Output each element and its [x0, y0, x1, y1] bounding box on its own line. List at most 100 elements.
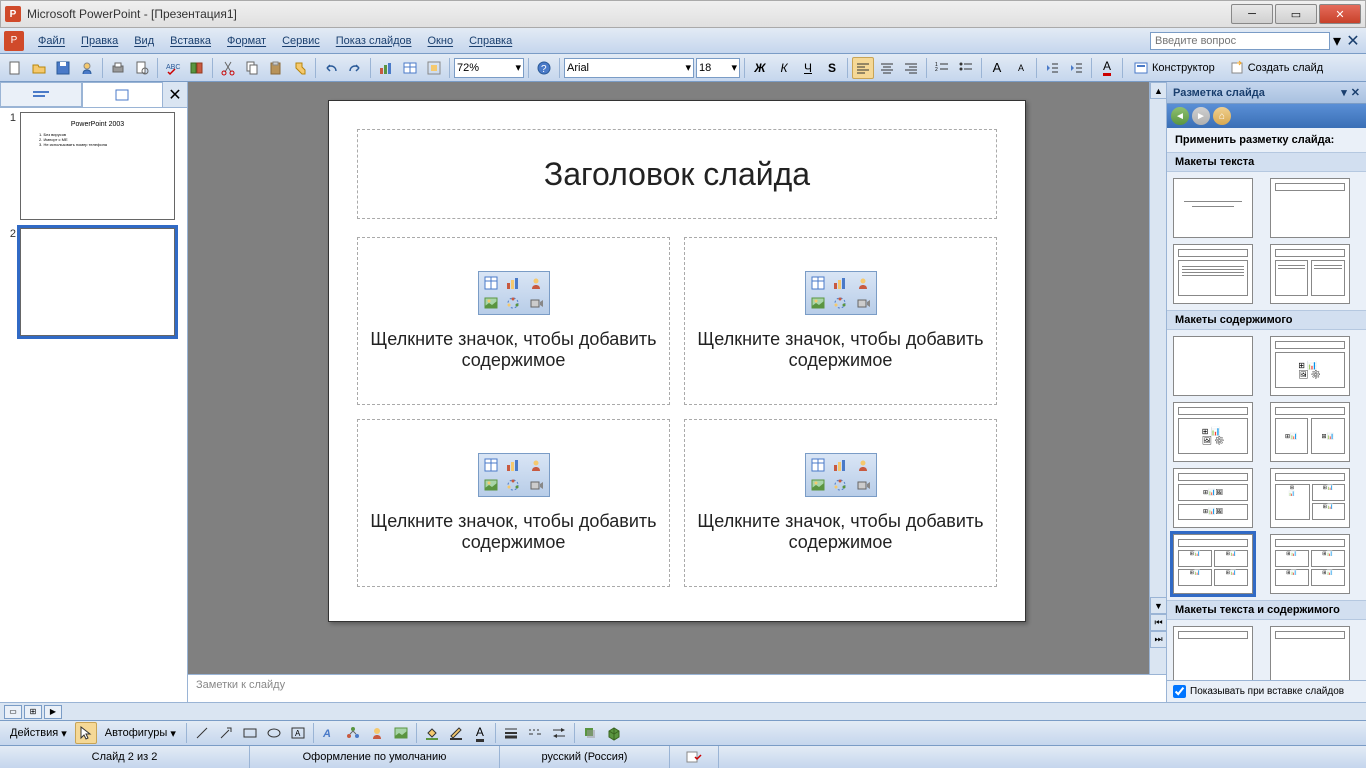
textbox-icon[interactable]: A	[287, 722, 309, 744]
shadow-icon[interactable]: S	[821, 57, 843, 79]
copy-icon[interactable]	[241, 57, 263, 79]
wordart-icon[interactable]: A	[318, 722, 340, 744]
font-color-icon-2[interactable]: A	[469, 722, 491, 744]
sorter-view-icon[interactable]: ⊞	[24, 705, 42, 719]
font-color-icon[interactable]: A	[1096, 57, 1118, 79]
slides-tab[interactable]	[82, 82, 164, 107]
tables-borders-icon[interactable]	[423, 57, 445, 79]
insert-diagram-icon[interactable]	[830, 294, 851, 313]
normal-view-icon[interactable]: ▭	[4, 705, 22, 719]
rectangle-icon[interactable]	[239, 722, 261, 744]
layout-two-content-h[interactable]: ⊞📊⊞📊	[1270, 402, 1350, 462]
layout-content[interactable]: ⊞ 📊🖼 ⚙	[1270, 336, 1350, 396]
close-button[interactable]: ✕	[1319, 4, 1361, 24]
new-slide-button[interactable]: Создать слайд	[1223, 58, 1329, 78]
status-spellcheck-icon[interactable]	[670, 746, 719, 768]
insert-media-icon[interactable]	[525, 294, 546, 313]
save-icon[interactable]	[52, 57, 74, 79]
zoom-dropdown[interactable]: 72%▾	[454, 58, 524, 78]
slide-canvas[interactable]: Заголовок слайда Щелкните значок, чтобы …	[328, 100, 1026, 622]
insert-table-icon[interactable]	[808, 274, 829, 293]
layout-text-content-2[interactable]	[1270, 626, 1350, 680]
content-icon-picker[interactable]	[805, 453, 877, 497]
decrease-indent-icon[interactable]	[1041, 57, 1063, 79]
oval-icon[interactable]	[263, 722, 285, 744]
minimize-button[interactable]: ─	[1231, 4, 1273, 24]
content-placeholder-4[interactable]: Щелкните значок, чтобы добавить содержим…	[684, 419, 997, 587]
font-dropdown[interactable]: Arial▾	[564, 58, 694, 78]
designer-button[interactable]: Конструктор	[1127, 58, 1221, 78]
insert-picture-icon[interactable]	[808, 476, 829, 495]
content-icon-picker[interactable]	[478, 271, 550, 315]
insert-table-icon[interactable]	[481, 274, 502, 293]
show-on-insert-checkbox[interactable]	[1173, 685, 1186, 698]
layout-content-2[interactable]: ⊞ 📊🖼 ⚙	[1173, 402, 1253, 462]
doc-close-icon[interactable]: ✕	[1344, 31, 1362, 51]
align-left-icon[interactable]	[852, 57, 874, 79]
taskpane-close-icon[interactable]: ✕	[1351, 86, 1360, 99]
3d-style-icon[interactable]	[603, 722, 625, 744]
slide-thumbnail[interactable]	[20, 228, 175, 336]
permission-icon[interactable]	[76, 57, 98, 79]
fill-color-icon[interactable]	[421, 722, 443, 744]
slide-thumbnail[interactable]: PowerPoint 2003 1. Без вирусов 2. Импорт…	[20, 112, 175, 220]
menu-insert[interactable]: Вставка	[162, 32, 219, 50]
actions-menu[interactable]: Действия ▾	[4, 725, 73, 742]
nav-back-icon[interactable]: ◄	[1171, 107, 1189, 125]
bold-icon[interactable]: Ж	[749, 57, 771, 79]
insert-chart-icon[interactable]	[830, 274, 851, 293]
slideshow-view-icon[interactable]: ▶	[44, 705, 62, 719]
vertical-scrollbar[interactable]: ▲ ▼ ⏮ ⏭	[1149, 82, 1166, 702]
content-icon-picker[interactable]	[478, 453, 550, 497]
help-icon[interactable]: ?	[533, 57, 555, 79]
layout-three-content[interactable]: ⊞📊⊞📊⊞📊	[1270, 468, 1350, 528]
arrow-icon[interactable]	[215, 722, 237, 744]
undo-icon[interactable]	[320, 57, 342, 79]
menu-format[interactable]: Формат	[219, 32, 274, 50]
insert-chart-icon[interactable]	[503, 274, 524, 293]
paste-icon[interactable]	[265, 57, 287, 79]
maximize-button[interactable]: ▭	[1275, 4, 1317, 24]
menu-window[interactable]: Окно	[420, 32, 462, 50]
menu-help[interactable]: Справка	[461, 32, 520, 50]
align-right-icon[interactable]	[900, 57, 922, 79]
nav-home-icon[interactable]: ⌂	[1213, 107, 1231, 125]
table-icon[interactable]	[399, 57, 421, 79]
content-icon-picker[interactable]	[805, 271, 877, 315]
line-icon[interactable]	[191, 722, 213, 744]
increase-indent-icon[interactable]	[1065, 57, 1087, 79]
slide-thumb-2[interactable]: 2	[4, 228, 183, 336]
autoshapes-menu[interactable]: Автофигуры ▾	[99, 725, 182, 742]
fontsize-dropdown[interactable]: 18▾	[696, 58, 740, 78]
layout-title-slide[interactable]	[1173, 178, 1253, 238]
increase-font-icon[interactable]: A	[986, 57, 1008, 79]
content-placeholder-2[interactable]: Щелкните значок, чтобы добавить содержим…	[684, 237, 997, 405]
insert-table-icon[interactable]	[808, 456, 829, 475]
layout-four-content-b[interactable]: ⊞📊⊞📊⊞📊⊞📊	[1270, 534, 1350, 594]
arrow-style-icon[interactable]	[548, 722, 570, 744]
insert-chart-icon[interactable]	[503, 456, 524, 475]
powerpoint-icon[interactable]: P	[4, 31, 24, 51]
select-icon[interactable]	[75, 722, 97, 744]
scroll-down-icon[interactable]: ▼	[1150, 597, 1167, 614]
bullets-icon[interactable]	[955, 57, 977, 79]
insert-chart-icon[interactable]	[830, 456, 851, 475]
next-slide-icon[interactable]: ⏭	[1150, 631, 1167, 648]
redo-icon[interactable]	[344, 57, 366, 79]
print-preview-icon[interactable]	[131, 57, 153, 79]
underline-icon[interactable]: Ч	[797, 57, 819, 79]
content-placeholder-3[interactable]: Щелкните значок, чтобы добавить содержим…	[357, 419, 670, 587]
layout-title-only[interactable]	[1270, 178, 1350, 238]
insert-media-icon[interactable]	[852, 476, 873, 495]
diagram-icon[interactable]	[342, 722, 364, 744]
menu-slideshow[interactable]: Показ слайдов	[328, 32, 420, 50]
insert-diagram-icon[interactable]	[503, 476, 524, 495]
insert-clipart-icon[interactable]	[852, 274, 873, 293]
chart-icon[interactable]	[375, 57, 397, 79]
nav-forward-icon[interactable]: ►	[1192, 107, 1210, 125]
menu-edit[interactable]: Правка	[73, 32, 126, 50]
print-icon[interactable]	[107, 57, 129, 79]
layout-text-content-1[interactable]	[1173, 626, 1253, 680]
layout-title-text[interactable]	[1173, 244, 1253, 304]
menu-file[interactable]: Файл	[30, 32, 73, 50]
